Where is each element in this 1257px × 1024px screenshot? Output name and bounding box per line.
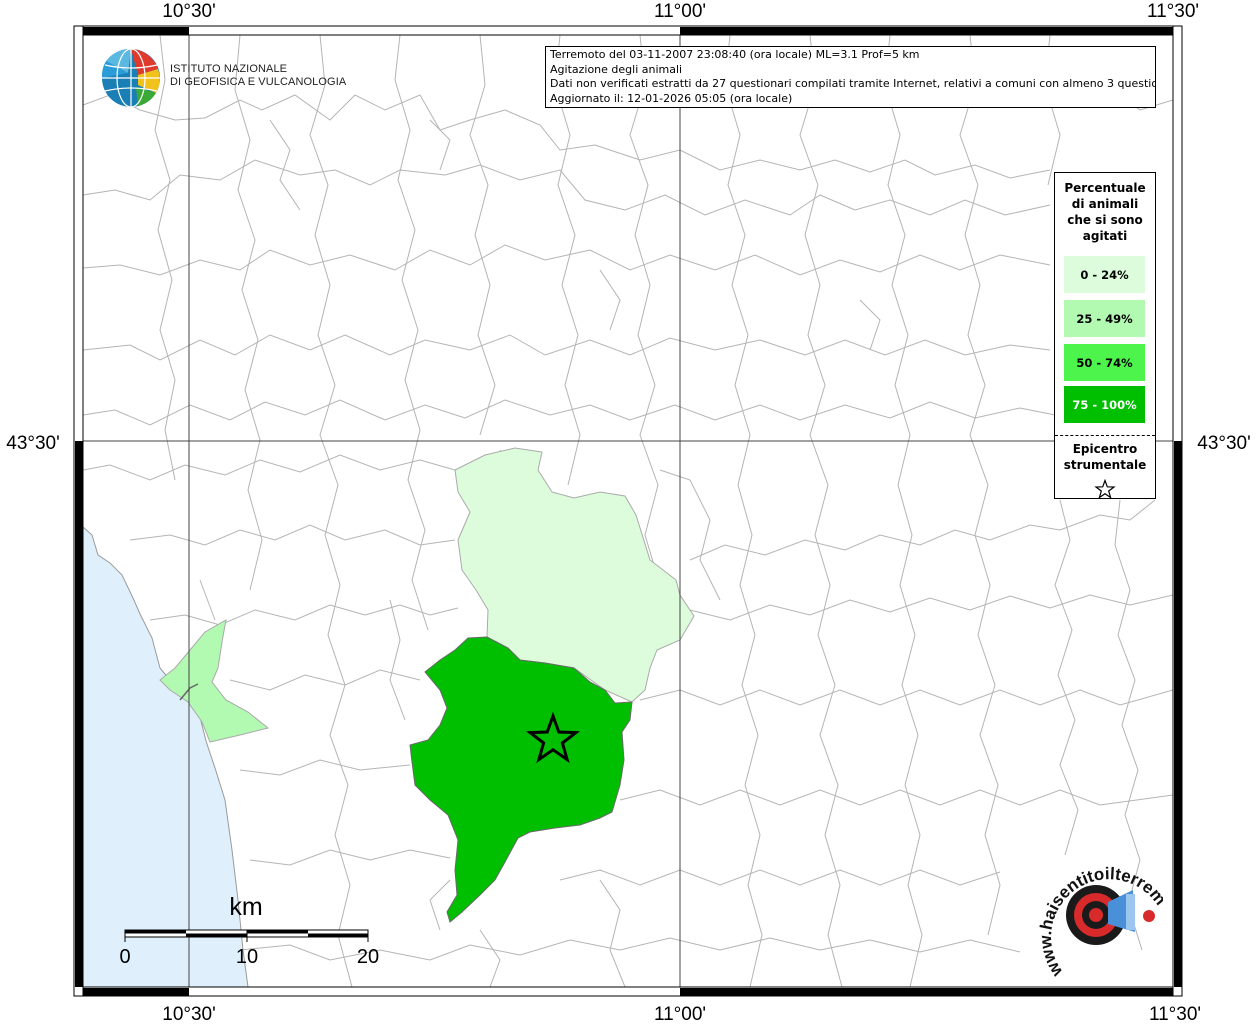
map-subject: Agitazione degli animali xyxy=(550,62,683,76)
info-box: Terremoto del 03-11-2007 23:08:40 (ora l… xyxy=(545,46,1156,108)
scale-unit: km xyxy=(229,893,262,921)
legend-title: Percentuale di animali che si sono agita… xyxy=(1064,181,1146,243)
legend-class-50-74: 50 - 74% xyxy=(1064,344,1145,381)
bottom-tick-label: 11°30' xyxy=(1149,1004,1201,1024)
haisentito-logo: www.haisentitoilterremoto.it xyxy=(1033,862,1163,977)
top-tick-label: 10°30' xyxy=(162,1,216,22)
top-tick-label: 11°00' xyxy=(654,1,706,22)
legend-class-25-49: 25 - 49% xyxy=(1064,300,1145,337)
legend-class-0-24: 0 - 24% xyxy=(1064,256,1145,293)
right-lat-label: 43°30' xyxy=(1197,433,1251,454)
legend-epicenter-label: Epicentro strumentale xyxy=(1063,442,1147,472)
data-note: Dati non verificati estratti da 27 quest… xyxy=(550,77,1156,90)
bottom-tick-label: 11°00' xyxy=(654,1004,706,1024)
earthquake-title: Terremoto del 03-11-2007 23:08:40 (ora l… xyxy=(550,48,920,61)
left-lat-label: 43°30' xyxy=(6,433,60,454)
bottom-tick-label: 10°30' xyxy=(162,1004,216,1024)
top-tick-label: 11°30' xyxy=(1147,1,1199,22)
ingv-name: ISTITUTO NAZIONALE DI GEOFISICA E VULCAN… xyxy=(170,63,347,88)
legend-class-75-100: 75 - 100% xyxy=(1064,386,1145,423)
scale-label: 20 xyxy=(357,946,379,968)
updated-timestamp: Aggiornato il: 12-01-2026 05:05 (ora loc… xyxy=(550,91,793,105)
legend-separator xyxy=(1055,435,1155,436)
scale-label: 10 xyxy=(236,946,258,968)
scale-label: 0 xyxy=(119,946,130,968)
legend-star-icon xyxy=(1094,479,1116,499)
ingv-globe-icon xyxy=(101,48,160,108)
legend: Percentuale di animali che si sono agita… xyxy=(1054,172,1156,499)
